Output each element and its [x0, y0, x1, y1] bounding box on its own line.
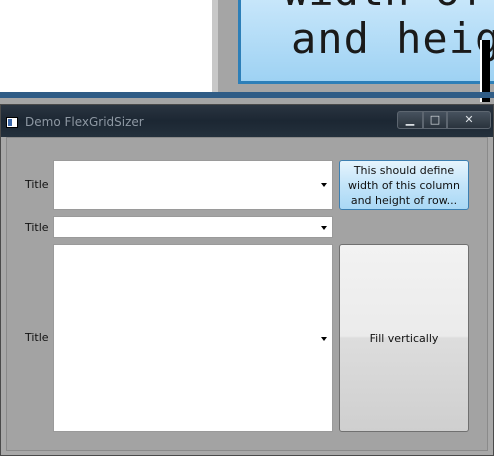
- chevron-down-icon[interactable]: [321, 337, 327, 341]
- chevron-down-icon[interactable]: [321, 226, 327, 230]
- background-zoomed-button: width of t and heigh: [238, 0, 494, 84]
- fill-vertically-button[interactable]: Fill vertically: [339, 244, 469, 432]
- row2-label: Title: [25, 221, 49, 234]
- row3-combobox[interactable]: [53, 244, 333, 432]
- define-size-button[interactable]: This should define width of this column …: [339, 160, 469, 210]
- app-icon[interactable]: [6, 117, 18, 128]
- background-window-pane: [0, 0, 218, 92]
- background-button-text-line1: width of t: [283, 0, 494, 15]
- window-title: Demo FlexGridSizer: [25, 115, 144, 129]
- title-bar[interactable]: Demo FlexGridSizer ▁ □ ✕: [1, 105, 493, 137]
- background-window-border: [212, 0, 218, 92]
- demo-window: Demo FlexGridSizer ▁ □ ✕ Title This shou…: [0, 104, 494, 456]
- row2-combobox[interactable]: [53, 216, 333, 238]
- close-button[interactable]: ✕: [447, 111, 491, 129]
- maximize-button[interactable]: □: [423, 111, 447, 129]
- chevron-down-icon[interactable]: [321, 183, 327, 187]
- minimize-button[interactable]: ▁: [397, 111, 423, 129]
- client-area: Title This should define width of this c…: [6, 137, 488, 451]
- row1-combobox[interactable]: [53, 160, 333, 210]
- background-separator: [0, 92, 494, 98]
- row1-label: Title: [25, 178, 49, 191]
- background-button-text-line2: and heigh: [291, 14, 494, 63]
- row3-label: Title: [25, 331, 49, 344]
- fill-vertically-label: Fill vertically: [369, 332, 439, 345]
